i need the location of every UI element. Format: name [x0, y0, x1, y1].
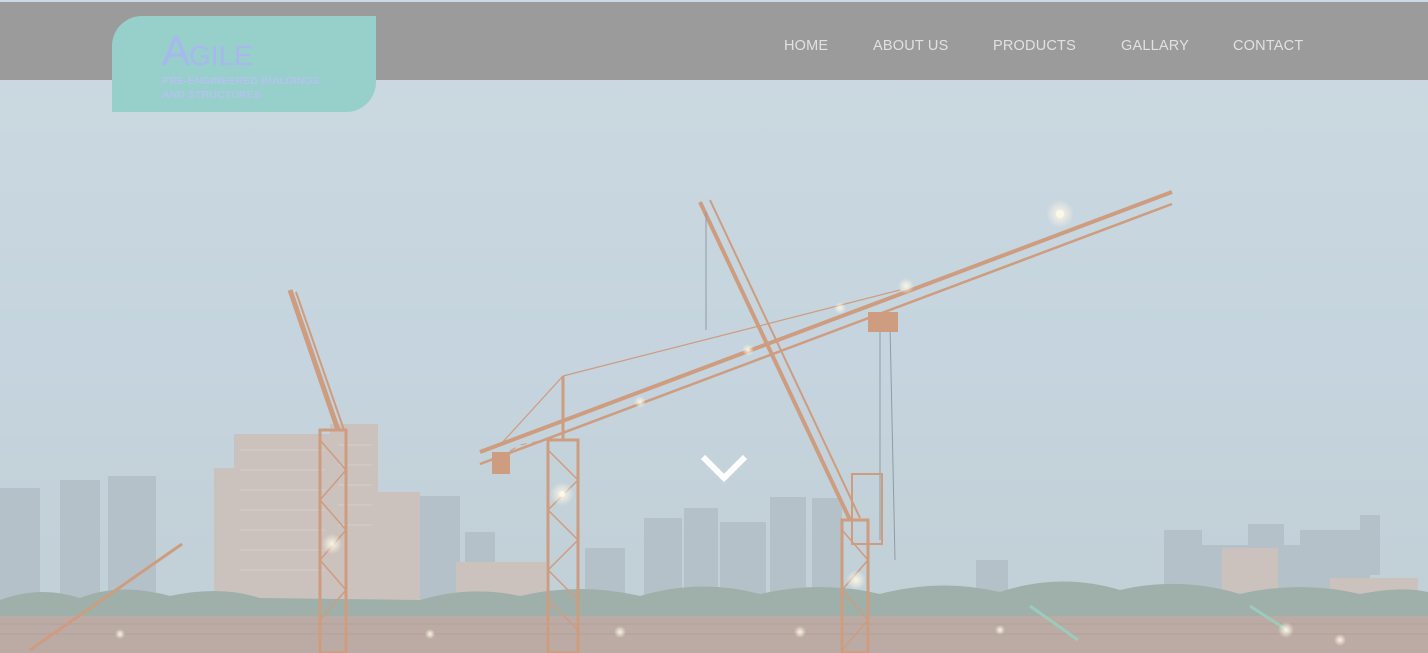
logo-name: GILE: [189, 40, 253, 71]
chevron-down-icon: [700, 454, 748, 483]
nav-about-us-link[interactable]: ABOUT US: [873, 38, 948, 54]
nav-products-link[interactable]: PRODUCTS: [993, 38, 1076, 54]
logo-tagline-line-2: AND STRUCTURES: [162, 89, 261, 101]
nav-contact-link[interactable]: CONTACT: [1233, 38, 1303, 54]
nav-home-link[interactable]: HOME: [784, 38, 828, 54]
scroll-down-button[interactable]: [698, 448, 750, 488]
logo-tagline-line-1: PRE-ENGINEERED BUILDINGS: [162, 75, 320, 87]
nav-gallary-link[interactable]: GALLARY: [1121, 38, 1189, 54]
logo[interactable]: AGILE PRE-ENGINEERED BUILDINGS AND STRUC…: [112, 16, 376, 112]
logo-wordmark: AGILE: [162, 30, 376, 72]
logo-initial: A: [162, 27, 190, 74]
logo-tagline: PRE-ENGINEERED BUILDINGS AND STRUCTURES: [162, 74, 376, 102]
page: HOME ABOUT US PRODUCTS GALLARY CONTACT A…: [0, 0, 1428, 653]
